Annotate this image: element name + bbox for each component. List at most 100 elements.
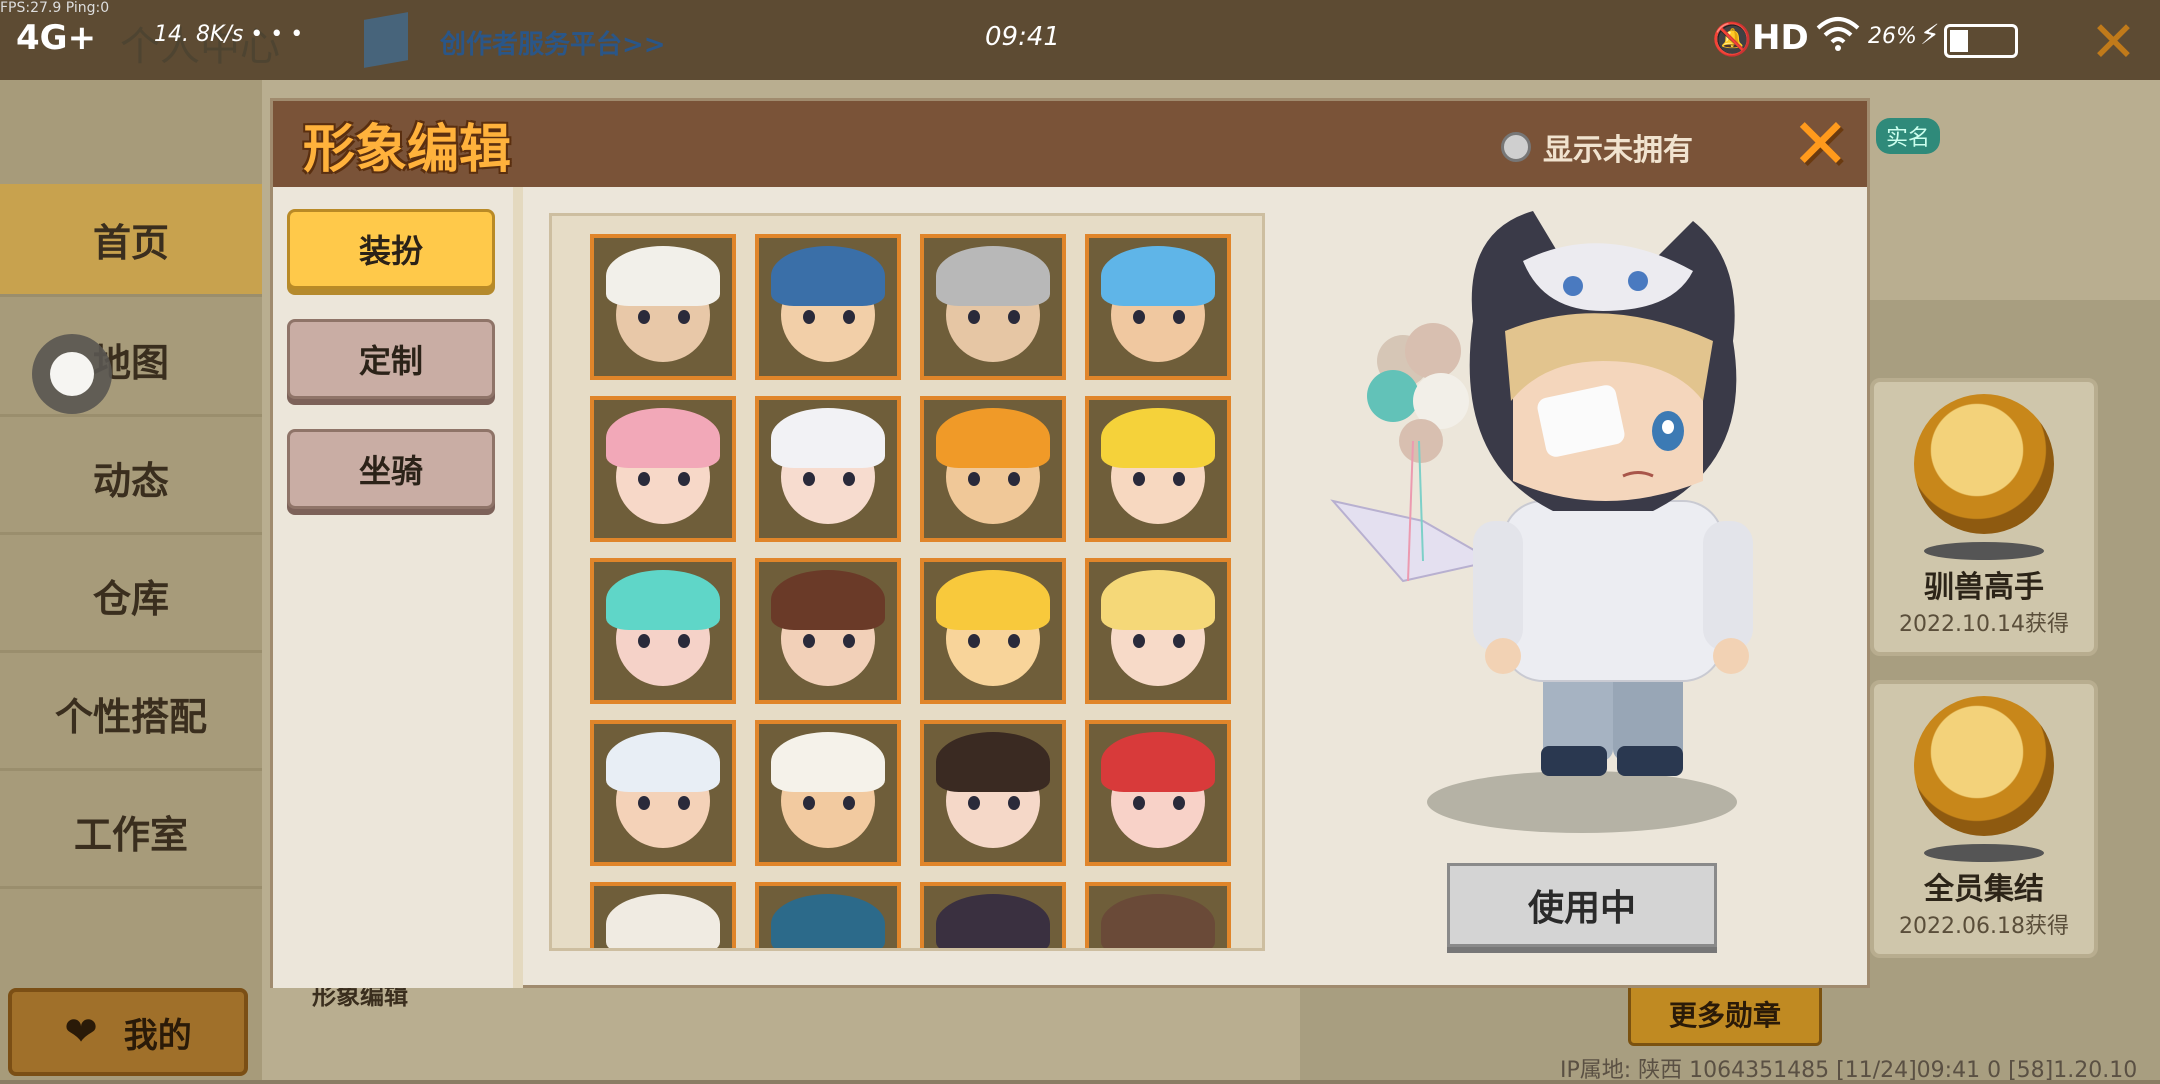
- skin-cell[interactable]: [920, 882, 1066, 948]
- skin-cell[interactable]: [920, 558, 1066, 704]
- skin-eye-icon: [1008, 310, 1020, 324]
- skin-cell[interactable]: [1085, 396, 1231, 542]
- skin-cell[interactable]: [1085, 558, 1231, 704]
- nav-outfit[interactable]: 个性搭配: [0, 658, 262, 771]
- skin-cell[interactable]: [1085, 882, 1231, 948]
- medal-card[interactable]: 全员集结 2022.06.18获得: [1870, 680, 2098, 958]
- fps-readout: FPS:27.9 Ping:0: [0, 0, 110, 16]
- nav-studio[interactable]: 工作室: [0, 776, 262, 889]
- more-medals-button[interactable]: 更多勋章: [1628, 982, 1822, 1046]
- clock: 09:41: [985, 22, 1060, 52]
- skin-hat-icon: [771, 894, 885, 948]
- skin-cell[interactable]: [920, 720, 1066, 866]
- character-model-icon: [1330, 211, 1753, 776]
- skin-eye-icon: [638, 310, 650, 324]
- skin-cell[interactable]: [920, 234, 1066, 380]
- show-unowned-toggle[interactable]: 显示未拥有: [1501, 125, 1693, 169]
- mute-bell-icon: 🔕: [1712, 20, 1752, 58]
- skin-eye-icon: [638, 472, 650, 486]
- dialog-sidebar: 装扮 定制 坐骑: [273, 187, 523, 988]
- tab-dress-up[interactable]: 装扮: [287, 209, 495, 289]
- skin-hat-icon: [771, 732, 885, 792]
- skin-eye-icon: [843, 472, 855, 486]
- skin-cell[interactable]: [755, 882, 901, 948]
- nav-warehouse[interactable]: 仓库: [0, 540, 262, 653]
- skin-eye-icon: [843, 796, 855, 810]
- skin-eye-icon: [843, 310, 855, 324]
- skin-eye-icon: [1133, 310, 1145, 324]
- skin-hat-icon: [606, 408, 720, 468]
- skin-hat-icon: [936, 408, 1050, 468]
- dialog-header: 形象编辑 显示未拥有 ✕: [273, 101, 1867, 187]
- skin-cell[interactable]: [590, 720, 736, 866]
- medal-name: 驯兽高手: [1924, 570, 2044, 605]
- floating-assist-button[interactable]: [32, 334, 112, 414]
- skin-cell[interactable]: [590, 882, 736, 948]
- creator-cube-icon: [364, 12, 408, 68]
- skin-hat-icon: [936, 894, 1050, 948]
- ip-info: IP属地: 陕西 1064351485 [11/24]09:41 0 [58]1…: [1560, 1058, 2138, 1083]
- character-preview[interactable]: [1273, 201, 1863, 961]
- close-icon[interactable]: ✕: [1791, 101, 1850, 187]
- skin-cell[interactable]: [1085, 234, 1231, 380]
- skin-hat-icon: [1101, 408, 1215, 468]
- medal-shadow: [1924, 844, 2044, 862]
- heart-icon: ❤: [64, 1009, 98, 1055]
- skin-eye-icon: [678, 634, 690, 648]
- skin-eye-icon: [803, 472, 815, 486]
- tab-custom[interactable]: 定制: [287, 319, 495, 399]
- skin-eye-icon: [678, 472, 690, 486]
- battery-percent: 26%: [1868, 24, 1917, 49]
- skin-hat-icon: [1101, 732, 1215, 792]
- medal-date: 2022.10.14获得: [1899, 612, 2069, 637]
- radio-icon[interactable]: [1501, 132, 1531, 162]
- skin-hat-icon: [1101, 246, 1215, 306]
- tab-mount[interactable]: 坐骑: [287, 429, 495, 509]
- skin-eye-icon: [678, 796, 690, 810]
- in-use-button[interactable]: 使用中: [1447, 863, 1717, 947]
- charging-icon: ⚡: [1920, 18, 1940, 51]
- skin-cell[interactable]: [1085, 720, 1231, 866]
- skin-hat-icon: [936, 570, 1050, 630]
- wifi-icon: [1816, 16, 1860, 61]
- mine-button[interactable]: ❤ 我的: [8, 988, 248, 1076]
- nav-feed[interactable]: 动态: [0, 422, 262, 535]
- skin-eye-icon: [843, 634, 855, 648]
- medal-card[interactable]: 驯兽高手 2022.10.14获得: [1870, 378, 2098, 656]
- skin-eye-icon: [1008, 796, 1020, 810]
- skin-cell[interactable]: [920, 396, 1066, 542]
- skin-cell[interactable]: [590, 558, 736, 704]
- skin-hat-icon: [1101, 894, 1215, 948]
- skin-cell[interactable]: [590, 234, 736, 380]
- real-name-badge: 实名: [1876, 118, 1941, 154]
- medal-coin-icon: [1914, 696, 2054, 836]
- nav-home[interactable]: 首页: [0, 184, 262, 297]
- skin-eye-icon: [968, 310, 980, 324]
- skin-cell[interactable]: [755, 396, 901, 542]
- background-close-icon[interactable]: ✕: [2090, 10, 2137, 75]
- skin-eye-icon: [968, 634, 980, 648]
- skin-hat-icon: [606, 570, 720, 630]
- background-nav: 首页 地图 动态 仓库 个性搭配 工作室: [0, 80, 262, 1080]
- skin-eye-icon: [1133, 472, 1145, 486]
- skin-hat-icon: [606, 246, 720, 306]
- skin-eye-icon: [1173, 796, 1185, 810]
- skin-eye-icon: [1173, 634, 1185, 648]
- skin-eye-icon: [1008, 472, 1020, 486]
- skin-cell[interactable]: [755, 720, 901, 866]
- skin-cell[interactable]: [755, 558, 901, 704]
- skin-eye-icon: [1173, 310, 1185, 324]
- skin-eye-icon: [803, 634, 815, 648]
- creator-platform-link[interactable]: 创作者服务平台>>: [440, 24, 666, 61]
- dialog-title: 形象编辑: [303, 120, 512, 180]
- avatar-edit-dialog: 形象编辑 显示未拥有 ✕ 装扮 定制 坐骑 使用中: [270, 98, 1870, 988]
- skin-cell[interactable]: [590, 396, 736, 542]
- skin-hat-icon: [771, 408, 885, 468]
- skin-cell[interactable]: [755, 234, 901, 380]
- skin-eye-icon: [638, 634, 650, 648]
- status-bar: FPS:27.9 Ping:0 个人中心 4G+ 14. 8K/s • • • …: [0, 0, 2160, 78]
- network-speed: 14. 8K/s • • •: [154, 22, 304, 47]
- medal-date: 2022.06.18获得: [1899, 914, 2069, 939]
- skin-eye-icon: [1008, 634, 1020, 648]
- skin-eye-icon: [1133, 796, 1145, 810]
